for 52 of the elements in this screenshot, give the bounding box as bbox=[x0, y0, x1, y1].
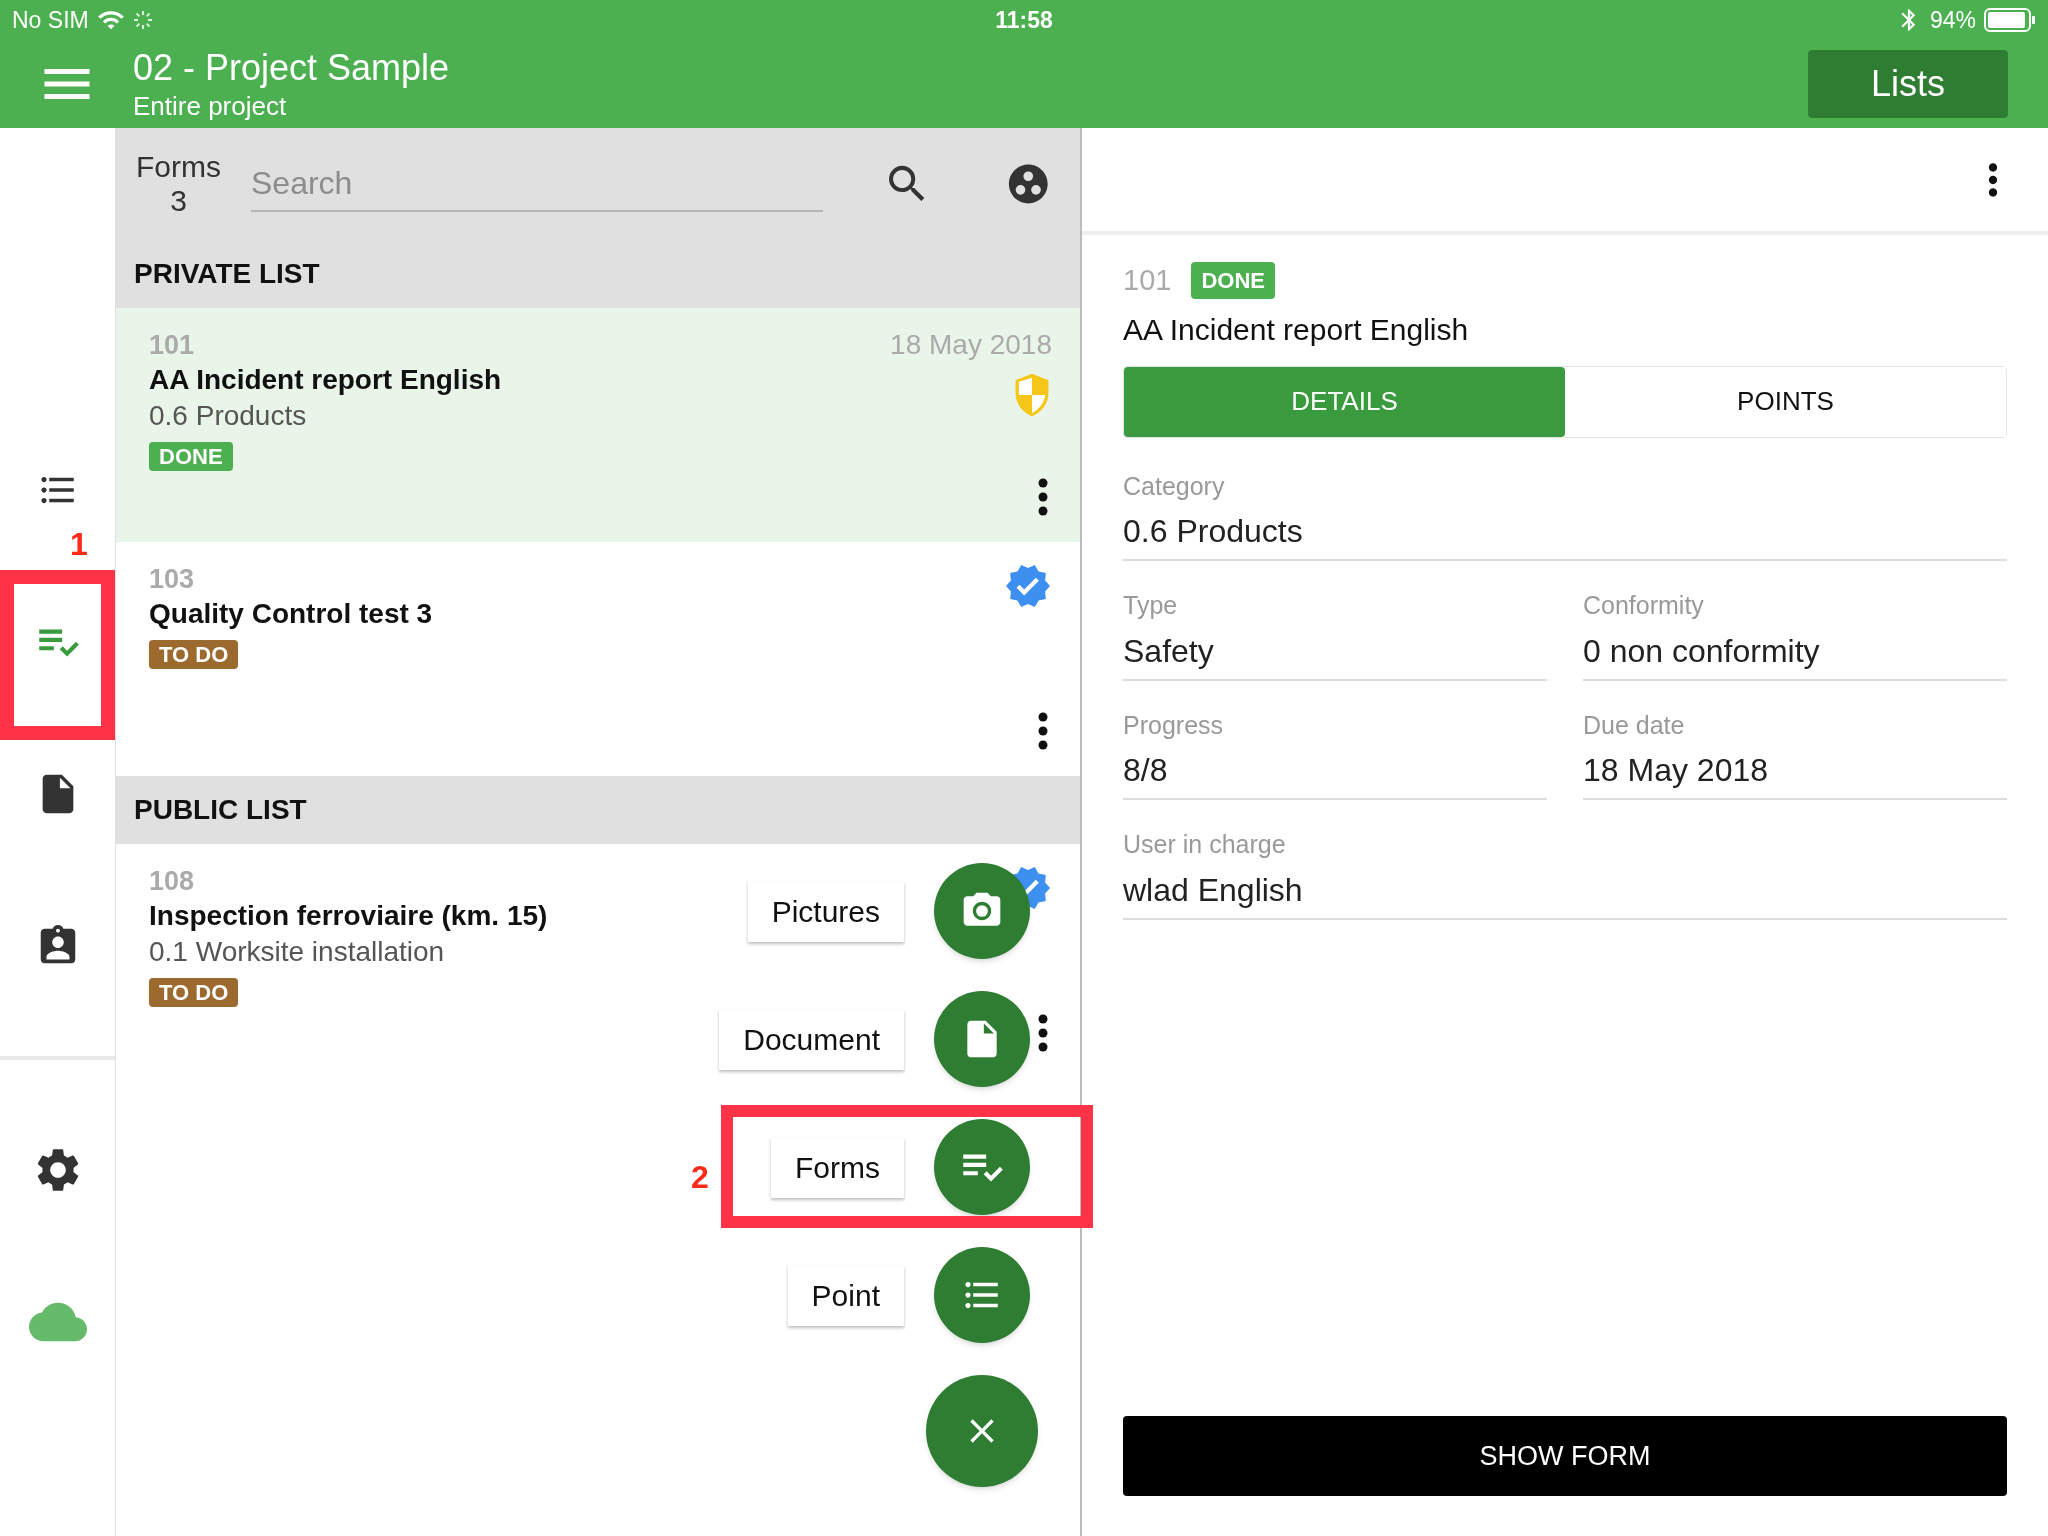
spinner-icon bbox=[132, 10, 153, 30]
battery-icon bbox=[1984, 8, 2036, 32]
form-number: 103 bbox=[149, 563, 195, 596]
form-number: 101 bbox=[1123, 263, 1172, 298]
battery-percent: 94% bbox=[1929, 5, 1976, 35]
more-options-icon[interactable] bbox=[1038, 712, 1048, 750]
fab-action-label[interactable]: Document bbox=[719, 1008, 904, 1070]
carrier-label: No SIM bbox=[12, 5, 89, 35]
form-title: Inspection ferroviaire (km. 15) bbox=[149, 899, 548, 933]
section-header: PUBLIC LIST bbox=[116, 776, 1080, 844]
fab-action-label[interactable]: Point bbox=[787, 1264, 904, 1326]
field-value: 8/8 bbox=[1123, 751, 1169, 790]
status-tag: DONE bbox=[149, 442, 233, 471]
annotation-number: 1 bbox=[70, 525, 88, 564]
form-title: AA Incident report English bbox=[1123, 311, 1470, 348]
field-value: 18 May 2018 bbox=[1583, 751, 1769, 790]
field-value: 0.6 Products bbox=[1123, 512, 1304, 551]
form-list-item[interactable]: 101 AA Incident report English 0.6 Products DONE 18 May 2018 bbox=[116, 308, 1080, 542]
form-date: 18 May 2018 bbox=[890, 328, 1052, 362]
forms-label: Forms bbox=[136, 150, 221, 184]
forms-count: 3 bbox=[170, 184, 187, 218]
status-tag: DONE bbox=[1191, 262, 1275, 300]
field-value: Safety bbox=[1123, 631, 1215, 671]
form-category: 0.6 Products bbox=[149, 399, 307, 433]
clock: 11:58 bbox=[995, 5, 1053, 35]
form-title: AA Incident report English bbox=[149, 363, 502, 397]
field-value: 0 non conformity bbox=[1583, 631, 1821, 671]
status-tag: TO DO bbox=[149, 640, 239, 669]
form-number: 108 bbox=[149, 865, 195, 898]
field-label: Due date bbox=[1583, 709, 1686, 741]
tab[interactable]: DETAILS bbox=[1124, 366, 1565, 437]
field-label: Conformity bbox=[1583, 590, 1705, 621]
show-form-button[interactable]: SHOW FORM bbox=[1123, 1416, 2007, 1496]
section-header: PRIVATE LIST bbox=[116, 240, 1080, 308]
field-label: Progress bbox=[1123, 709, 1225, 741]
fab-action-label[interactable]: Pictures bbox=[747, 880, 904, 942]
field-value: wlad English bbox=[1123, 870, 1304, 910]
project-subtitle: Entire project bbox=[133, 90, 288, 122]
form-title: Quality Control test 3 bbox=[149, 597, 433, 631]
lists-button[interactable]: Lists bbox=[1808, 50, 2008, 118]
field-label: Category bbox=[1123, 470, 1226, 502]
field-label: User in charge bbox=[1123, 829, 1287, 860]
form-category: 0.1 Worksite installation bbox=[149, 935, 445, 969]
project-title: 02 - Project Sample bbox=[133, 46, 451, 90]
more-options-icon[interactable] bbox=[1038, 1014, 1048, 1052]
verified-badge-icon bbox=[1004, 562, 1052, 610]
fab-action-label[interactable]: Forms bbox=[771, 1136, 904, 1198]
field-label: Type bbox=[1123, 590, 1179, 621]
more-options-icon[interactable] bbox=[1038, 478, 1048, 516]
annotation-number: 2 bbox=[691, 1158, 709, 1197]
form-number: 101 bbox=[149, 329, 195, 362]
status-tag: TO DO bbox=[149, 978, 239, 1007]
